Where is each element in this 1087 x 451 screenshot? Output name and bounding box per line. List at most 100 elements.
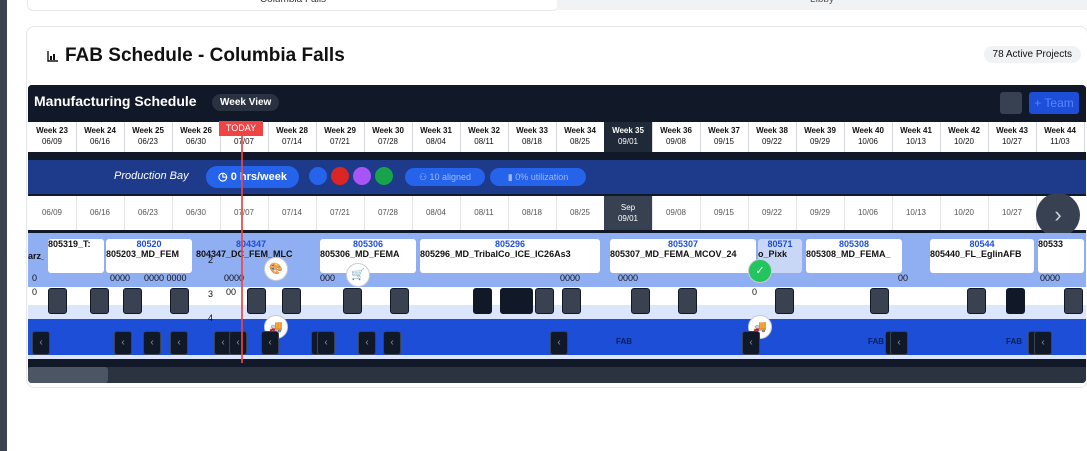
- project-id: 805296: [494, 239, 526, 249]
- tab-columbia-falls[interactable]: Columbia Falls: [27, 0, 559, 11]
- week-date: 09/22: [761, 137, 783, 146]
- task-block[interactable]: [170, 288, 189, 314]
- today-badge: TODAY: [219, 121, 263, 136]
- week-date: 07/07: [233, 137, 255, 146]
- project-card[interactable]: 805296 805296_MD_TribalCo_ICE_IC26As3: [420, 239, 600, 273]
- prev-task-button[interactable]: ‹: [550, 331, 568, 355]
- project-card[interactable]: 80533: [1038, 239, 1084, 273]
- project-name: 805319_T:: [48, 239, 91, 249]
- week-date: 10/27: [1001, 137, 1023, 146]
- prev-task-button[interactable]: ‹: [1034, 331, 1052, 355]
- project-card[interactable]: 805319_T:: [48, 239, 104, 273]
- prev-task-button[interactable]: ‹: [358, 331, 376, 355]
- task-block[interactable]: [1006, 288, 1025, 314]
- scrollbar-thumb[interactable]: [28, 367, 108, 383]
- row-number: 4: [208, 313, 214, 323]
- sub-date-cell: Sep 09/01: [604, 196, 653, 230]
- horizontal-scrollbar[interactable]: [28, 367, 1086, 383]
- prev-task-button[interactable]: ‹: [143, 331, 161, 355]
- week-date: 08/11: [474, 137, 494, 146]
- task-block[interactable]: [678, 288, 697, 314]
- aligned-value: 10 aligned: [429, 172, 472, 182]
- project-card[interactable]: 80520 805203_MD_FEM: [106, 239, 192, 273]
- task-block[interactable]: [282, 288, 301, 314]
- week-number: Week 39: [804, 126, 836, 135]
- prev-task-button[interactable]: ‹: [890, 331, 908, 355]
- week-number: Week 37: [708, 126, 740, 135]
- sub-date-cell: 06/16: [76, 196, 125, 230]
- prev-task-button[interactable]: ‹: [32, 331, 50, 355]
- week-number: Week 41: [900, 126, 932, 135]
- palette-icon[interactable]: [353, 167, 371, 185]
- sub-date-cell: 09/15: [700, 196, 749, 230]
- settings-button[interactable]: [1000, 92, 1022, 114]
- task-block[interactable]: [48, 288, 67, 314]
- week-number: Week 36: [660, 126, 692, 135]
- task-block[interactable]: [514, 288, 533, 314]
- week-header-cell: Week 31 08/04: [412, 122, 461, 152]
- next-arrow-button[interactable]: ›: [1036, 193, 1080, 237]
- project-card[interactable]: 805308 805308_MD_FEMA_: [806, 239, 902, 273]
- trash-icon[interactable]: [331, 167, 349, 185]
- tab-libby[interactable]: Libby: [557, 0, 1087, 10]
- week-header-cell: Week 43 10/27: [988, 122, 1037, 152]
- project-name: arz_: [28, 251, 44, 261]
- task-block[interactable]: [870, 288, 889, 314]
- task-block[interactable]: [775, 288, 794, 314]
- project-name: 805203_MD_FEM: [106, 249, 180, 259]
- hours-value: 0000: [618, 273, 639, 283]
- hours-value: 00: [226, 287, 237, 297]
- task-block[interactable]: [631, 288, 650, 314]
- week-date: 09/08: [665, 137, 687, 146]
- task-block[interactable]: [1064, 288, 1083, 314]
- task-block[interactable]: [247, 288, 266, 314]
- project-id: 805306: [352, 239, 384, 249]
- prev-task-button[interactable]: ‹: [742, 331, 760, 355]
- task-block[interactable]: [535, 288, 554, 314]
- prev-task-button[interactable]: ‹: [317, 331, 335, 355]
- prev-task-button[interactable]: ‹: [383, 331, 401, 355]
- fab-label: FAB: [1006, 337, 1022, 346]
- prev-task-button[interactable]: ‹: [229, 331, 247, 355]
- project-id: 80520: [136, 239, 162, 249]
- cart-icon[interactable]: 🛒: [346, 263, 370, 287]
- sub-date-cell: 06/09: [28, 196, 77, 230]
- today-line: [241, 121, 243, 363]
- wrench-icon[interactable]: [309, 167, 327, 185]
- check-icon[interactable]: ✓: [748, 259, 772, 283]
- task-block[interactable]: [390, 288, 409, 314]
- project-card[interactable]: 80544 805440_FL_EglinAFB: [930, 239, 1034, 273]
- task-block[interactable]: [562, 288, 581, 314]
- hours-value: 0: [32, 273, 38, 283]
- week-date: 07/28: [377, 137, 399, 146]
- week-date: 09/29: [809, 137, 831, 146]
- task-block[interactable]: [90, 288, 109, 314]
- week-number: Week 35: [612, 126, 644, 135]
- week-header-cell: Week 24 06/16: [76, 122, 125, 152]
- add-team-button[interactable]: + Team: [1029, 92, 1079, 114]
- project-card[interactable]: 804347 804347_DC_FEM_MLC: [196, 239, 306, 273]
- team-row: FAB Team Production Bay ◷ 0 hrs/week ⚇ 1…: [28, 160, 1086, 194]
- sub-date-cell: 09/08: [652, 196, 701, 230]
- task-block[interactable]: [343, 288, 362, 314]
- paint-icon[interactable]: 🎨: [264, 257, 288, 281]
- hours-value: 000: [320, 273, 336, 283]
- sub-date-cell: 08/18: [508, 196, 557, 230]
- add-icon[interactable]: [375, 167, 393, 185]
- project-id: 80571: [767, 239, 793, 249]
- task-block[interactable]: [123, 288, 142, 314]
- users-icon: ⚇: [418, 172, 430, 182]
- active-projects-badge: 78 Active Projects: [983, 46, 1081, 63]
- week-view-badge[interactable]: Week View: [212, 94, 280, 111]
- task-block[interactable]: [967, 288, 986, 314]
- utilization-value: 0% utilization: [515, 172, 569, 182]
- hours-per-week-pill[interactable]: ◷ 0 hrs/week: [206, 166, 299, 188]
- prev-task-button[interactable]: ‹: [261, 331, 279, 355]
- project-card[interactable]: 805307 805307_MD_FEMA_MCOV_24: [610, 239, 756, 273]
- hours-value: 0000: [1040, 273, 1061, 283]
- sub-date-cell: 08/11: [460, 196, 509, 230]
- task-block[interactable]: [473, 288, 492, 314]
- sub-date-cell: 07/28: [364, 196, 413, 230]
- prev-task-button[interactable]: ‹: [114, 331, 132, 355]
- prev-task-button[interactable]: ‹: [170, 331, 188, 355]
